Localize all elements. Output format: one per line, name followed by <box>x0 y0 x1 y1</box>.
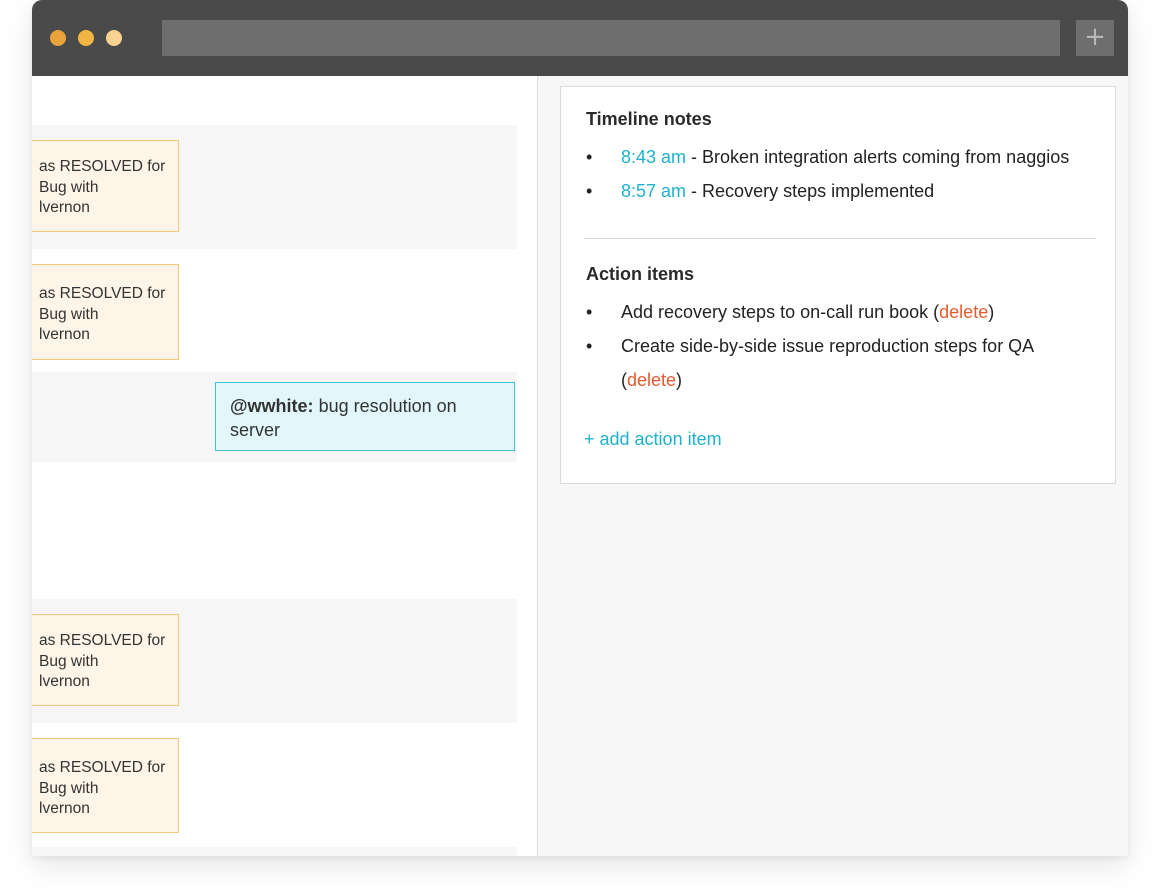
action-items-list: • Add recovery steps to on-call run book … <box>586 295 1066 397</box>
close-window-dot[interactable] <box>50 30 66 46</box>
paren-close: ) <box>988 302 995 322</box>
bullet-icon: • <box>586 302 593 322</box>
browser-titlebar: + <box>32 0 1128 76</box>
action-item-text: Create side-by-side issue reproduction s… <box>621 336 1034 390</box>
timeline-notes-title: Timeline notes <box>586 109 712 129</box>
paren-close: ) <box>676 370 683 390</box>
timeline-note-item: • 8:57 am - Recovery steps implemented <box>586 174 1069 208</box>
comment-card[interactable]: @wwhite: bug resolution on server <box>215 382 515 451</box>
bullet-icon: • <box>586 147 593 167</box>
notes-pane: Timeline notes • 8:43 am - Broken integra… <box>538 76 1128 856</box>
page-content: as RESOLVED for Bug with lvernon as RESO… <box>32 76 1128 856</box>
timeline-notes-list: • 8:43 am - Broken integration alerts com… <box>586 140 1069 208</box>
event-line: as RESOLVED for <box>39 632 166 649</box>
event-line: Bug with <box>39 779 99 797</box>
event-line: Bug with <box>39 305 99 323</box>
plus-icon: + <box>1084 22 1106 52</box>
status-event-card[interactable]: as RESOLVED for Bug with lvernon <box>32 614 179 706</box>
timeline-note-item: • 8:43 am - Broken integration alerts com… <box>586 140 1069 174</box>
minimize-window-dot[interactable] <box>78 30 94 46</box>
note-text: - Recovery steps implemented <box>686 181 935 201</box>
status-event-card[interactable]: as RESOLVED for Bug with lvernon <box>32 264 179 360</box>
action-item-text: Add recovery steps to on-call run book ( <box>621 302 940 322</box>
event-line: lvernon <box>39 800 90 817</box>
address-bar[interactable] <box>162 20 1060 56</box>
event-line: as RESOLVED for <box>39 759 166 776</box>
event-line: lvernon <box>39 326 90 343</box>
delete-action-link[interactable]: delete <box>939 302 988 322</box>
new-tab-button[interactable]: + <box>1076 20 1114 56</box>
event-line: Bug with <box>39 178 99 196</box>
comment-author[interactable]: @wwhite: <box>230 396 314 416</box>
timeline-row-band <box>32 847 517 856</box>
event-line: Bug with <box>39 652 99 670</box>
note-time-link[interactable]: 8:43 am <box>621 147 686 167</box>
event-line: as RESOLVED for <box>39 285 166 302</box>
browser-window: + as RESOLVED for Bug with lvernon as RE… <box>32 0 1128 856</box>
bullet-icon: • <box>586 181 593 201</box>
timeline-pane[interactable]: as RESOLVED for Bug with lvernon as RESO… <box>32 76 538 856</box>
event-line: lvernon <box>39 673 90 690</box>
event-line: as RESOLVED for <box>39 158 166 175</box>
note-text: - Broken integration alerts coming from … <box>686 147 1070 167</box>
note-time-link[interactable]: 8:57 am <box>621 181 686 201</box>
notes-card: Timeline notes • 8:43 am - Broken integra… <box>560 86 1116 484</box>
add-action-item-link[interactable]: + add action item <box>584 429 722 450</box>
delete-action-link[interactable]: delete <box>627 370 676 390</box>
maximize-window-dot[interactable] <box>106 30 122 46</box>
action-items-title: Action items <box>586 264 695 284</box>
status-event-card[interactable]: as RESOLVED for Bug with lvernon <box>32 140 179 232</box>
event-line: lvernon <box>39 199 90 216</box>
status-event-card[interactable]: as RESOLVED for Bug with lvernon <box>32 738 179 833</box>
action-item: • Create side-by-side issue reproduction … <box>586 329 1066 397</box>
section-divider <box>584 238 1096 239</box>
bullet-icon: • <box>586 336 593 356</box>
action-item: • Add recovery steps to on-call run book … <box>586 295 1066 329</box>
